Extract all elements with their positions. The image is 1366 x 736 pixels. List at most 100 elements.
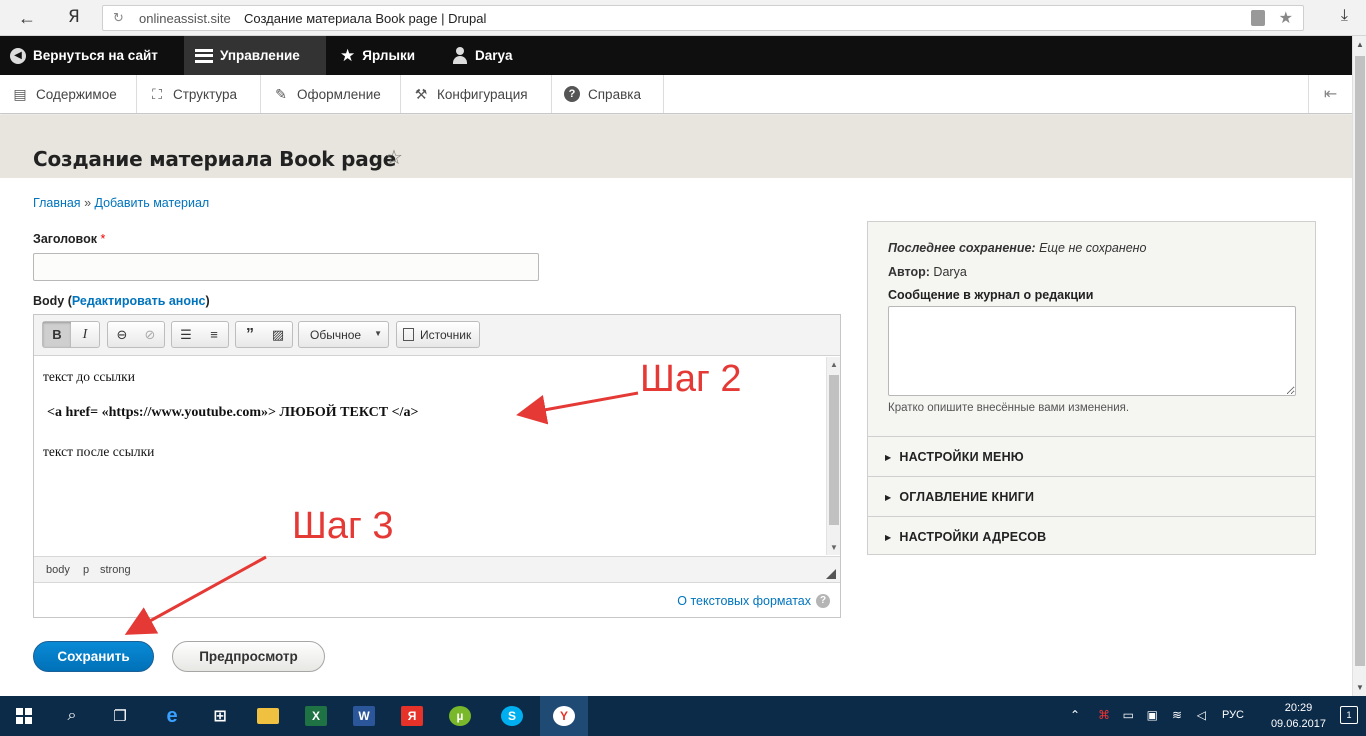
numbered-list-icon[interactable]: ≡: [200, 322, 228, 347]
breadcrumb-add-content[interactable]: Добавить материал: [95, 196, 210, 210]
help-icon: ?: [564, 86, 580, 102]
path-p[interactable]: p: [83, 564, 89, 576]
explorer-icon[interactable]: [244, 696, 292, 736]
page-scrollbar[interactable]: ▲ ▼: [1352, 36, 1366, 696]
tray-item-content[interactable]: ▤ Содержимое: [0, 75, 137, 113]
triangle-right-icon: ▶: [885, 493, 892, 502]
scroll-down-icon[interactable]: ▼: [830, 543, 838, 552]
utorrent-icon[interactable]: µ: [436, 696, 484, 736]
reload-icon[interactable]: ↻: [113, 10, 124, 26]
last-saved: Последнее сохранение: Еще не сохранено: [888, 241, 1147, 255]
notifications-icon[interactable]: 1: [1340, 706, 1358, 724]
page-scroll-thumb[interactable]: [1355, 56, 1365, 666]
breadcrumb: Главная » Добавить материал: [33, 196, 209, 210]
text-formats-label: О текстовых форматах: [677, 594, 811, 608]
bookmark-star-icon[interactable]: ★: [1279, 8, 1293, 28]
bold-button[interactable]: B: [43, 322, 71, 347]
preview-button[interactable]: Предпросмотр: [172, 641, 325, 672]
resize-grip-icon[interactable]: [826, 569, 836, 579]
wifi-icon[interactable]: ≋: [1172, 708, 1182, 722]
user-tab[interactable]: Darya: [452, 36, 513, 75]
link-icon[interactable]: ⊖: [108, 322, 136, 347]
shortcuts-tab[interactable]: ★ Ярлыки: [340, 36, 415, 75]
format-select[interactable]: Обычное ▼: [298, 321, 389, 348]
volume-icon[interactable]: ◁: [1197, 708, 1206, 722]
image-icon[interactable]: ▨: [264, 322, 292, 347]
download-icon[interactable]: ⤓: [1341, 7, 1348, 25]
author-value: Darya: [933, 265, 967, 279]
back-to-site-link[interactable]: ◀ Вернуться на сайт: [10, 36, 158, 75]
blockquote-icon[interactable]: ”: [236, 322, 264, 347]
scroll-down-icon[interactable]: ▼: [1356, 683, 1364, 692]
url-domain: onlineassist.site: [139, 11, 231, 26]
tray-item-help[interactable]: ? Справка: [552, 75, 664, 113]
edge-icon[interactable]: e: [148, 696, 196, 736]
shortcut-star-icon[interactable]: ☆: [385, 145, 403, 170]
tray-app-icon[interactable]: ▣: [1147, 708, 1158, 722]
unlink-icon[interactable]: ⊘: [136, 322, 164, 347]
task-view-icon[interactable]: ❐: [96, 696, 144, 736]
back-arrow-icon[interactable]: ←: [18, 8, 36, 29]
log-label: Сообщение в журнал о редакции: [888, 288, 1094, 302]
editor-scroll-thumb[interactable]: [829, 375, 839, 525]
user-label: Darya: [475, 48, 513, 63]
tray-item-label: Конфигурация: [437, 86, 528, 102]
editor-scrollbar[interactable]: ▲ ▼: [826, 357, 840, 555]
chevron-up-icon[interactable]: ⌃: [1070, 708, 1080, 722]
source-button[interactable]: Источник: [396, 321, 480, 348]
back-to-site-label: Вернуться на сайт: [33, 48, 158, 63]
element-path-bar: body p strong: [34, 556, 840, 583]
lock-icon[interactable]: [1251, 10, 1265, 26]
manage-tab[interactable]: Управление: [184, 36, 326, 75]
url-alias-toggle[interactable]: ▶ НАСТРОЙКИ АДРЕСОВ: [868, 516, 1315, 556]
body-label-text: Body: [33, 294, 65, 308]
edit-summary-link[interactable]: Редактировать анонс: [72, 294, 206, 308]
language-indicator[interactable]: РУС: [1222, 709, 1244, 721]
clock[interactable]: 20:29 09.06.2017: [1271, 700, 1326, 732]
store-icon[interactable]: ⊞: [196, 696, 244, 736]
scroll-up-icon[interactable]: ▲: [1356, 40, 1364, 49]
author: Автор: Darya: [888, 265, 967, 279]
clock-time: 20:29: [1284, 702, 1313, 714]
tray-item-appearance[interactable]: ✎ Оформление: [261, 75, 401, 113]
collapse-tray-icon[interactable]: ⇤: [1308, 75, 1352, 113]
admin-toolbar: ◀ Вернуться на сайт Управление ★ Ярлыки …: [0, 36, 1352, 75]
structure-icon: ⛶: [152, 86, 162, 102]
address-bar[interactable]: ↻ onlineassist.site Создание материала B…: [102, 5, 1304, 31]
yandex-icon[interactable]: Я: [388, 696, 436, 736]
tray-item-structure[interactable]: ⛶ Структура: [137, 75, 261, 113]
skype-icon[interactable]: S: [488, 696, 536, 736]
search-icon[interactable]: ⌕: [48, 696, 96, 736]
battery-icon[interactable]: ▭: [1123, 708, 1134, 722]
pdf-icon[interactable]: ⌘: [1098, 708, 1110, 722]
path-body[interactable]: body: [46, 564, 70, 576]
italic-button[interactable]: I: [71, 322, 99, 347]
url-page-title: Создание материала Book page | Drupal: [244, 11, 487, 26]
yandex-browser-icon[interactable]: Y: [540, 696, 588, 736]
tray-item-label: Справка: [588, 86, 641, 102]
scroll-up-icon[interactable]: ▲: [830, 360, 838, 369]
tray-item-configuration[interactable]: ⚒ Конфигурация: [401, 75, 552, 113]
body-paren-close: ): [205, 294, 210, 308]
excel-icon[interactable]: X: [292, 696, 340, 736]
title-label-text: Заголовок: [33, 232, 97, 246]
bulleted-list-icon[interactable]: ☰: [172, 322, 200, 347]
text-formats-link[interactable]: О текстовых форматах ?: [677, 594, 830, 608]
menu-settings-toggle[interactable]: ▶ НАСТРОЙКИ МЕНЮ: [868, 436, 1315, 476]
browser-bar: ← Я ↻ onlineassist.site Создание материа…: [0, 0, 1366, 36]
book-outline-toggle[interactable]: ▶ ОГЛАВЛЕНИЕ КНИГИ: [868, 476, 1315, 516]
save-button[interactable]: Сохранить: [33, 641, 154, 672]
start-button[interactable]: [0, 696, 48, 736]
tray-item-label: Оформление: [297, 86, 381, 102]
yandex-logo[interactable]: Я: [68, 7, 80, 27]
content-icon: ▤: [13, 86, 27, 102]
title-label: Заголовок *: [33, 232, 105, 246]
clock-date: 09.06.2017: [1270, 718, 1326, 730]
revision-log-textarea[interactable]: [888, 306, 1296, 396]
title-input[interactable]: [33, 253, 539, 281]
menu-icon: [195, 48, 213, 63]
breadcrumb-home[interactable]: Главная: [33, 196, 81, 210]
source-doc-icon: [403, 328, 414, 341]
word-icon[interactable]: W: [340, 696, 388, 736]
path-strong[interactable]: strong: [100, 564, 131, 576]
